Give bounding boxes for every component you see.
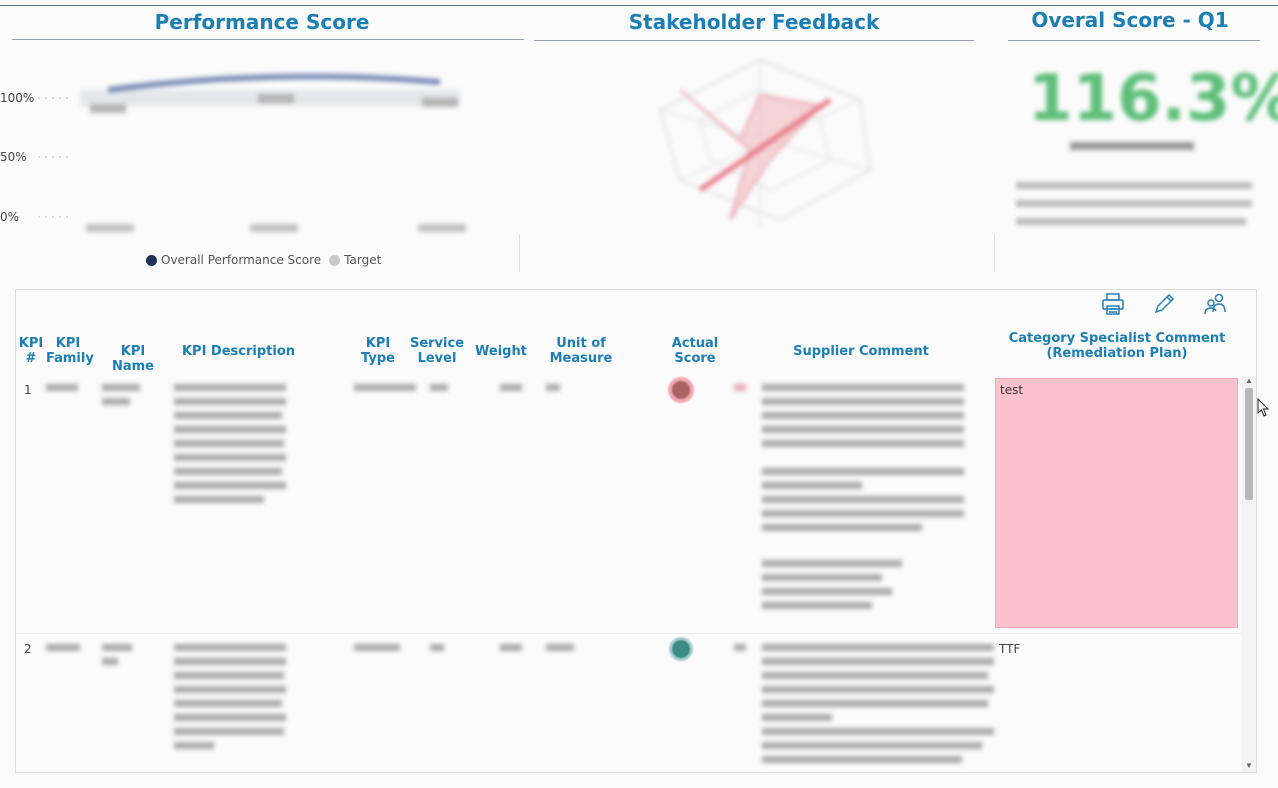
mouse-cursor-icon — [1257, 398, 1270, 417]
header-unit-of-measure: Unit of Measure — [549, 336, 613, 366]
legend-dot-target — [329, 254, 341, 266]
x-label-1 — [86, 224, 134, 232]
header-category-specialist-comment: Category Specialist Comment (Remediation… — [1008, 331, 1226, 361]
chart-blurred-content — [80, 73, 466, 232]
legend-overall-label: Overall Performance Score — [161, 253, 322, 267]
header-weight: Weight — [475, 344, 527, 359]
scroll-up-arrow[interactable]: ▲ — [1245, 376, 1253, 385]
row2-kpi-num: 2 — [24, 642, 32, 656]
overall-score-description — [1016, 180, 1256, 241]
gridlines — [38, 97, 70, 218]
performance-chart — [38, 73, 466, 232]
header-kpi-type: KPI Type — [361, 336, 395, 366]
row1-kpi-num: 1 — [24, 383, 32, 397]
scroll-down-arrow[interactable]: ▼ — [1245, 761, 1253, 770]
stakeholder-feedback-title: Stakeholder Feedback — [628, 10, 880, 34]
table-scrollbar[interactable]: ▲ ▼ — [1242, 376, 1256, 772]
x-label-3 — [418, 224, 466, 232]
panel-divider-2 — [994, 234, 995, 272]
performance-legend: Overall Performance Score Target — [146, 253, 381, 267]
header-actual-score: Actual Score — [671, 336, 719, 366]
row-separator — [16, 633, 1244, 634]
performance-score-title: Performance Score — [154, 10, 370, 34]
header-kpi-description: KPI Description — [181, 344, 296, 359]
row2-status-dot — [672, 640, 690, 658]
scroll-thumb[interactable] — [1245, 388, 1253, 500]
row2-specialist-comment[interactable]: TTF — [999, 642, 1020, 656]
legend-target-label: Target — [344, 253, 382, 267]
overall-title-underline — [1008, 40, 1260, 41]
stakeholder-radar-chart — [659, 59, 871, 225]
row1-specialist-comment[interactable]: test — [995, 378, 1238, 628]
data-label-2 — [258, 94, 294, 103]
header-kpi-name: KPI Name — [111, 344, 154, 374]
data-label-1 — [90, 104, 126, 113]
row2-blurred-content — [46, 644, 994, 763]
stakeholder-title-underline — [534, 40, 974, 41]
overall-score-value: 116.3% — [1028, 62, 1278, 136]
overall-score-title: Overal Score - Q1 — [1031, 8, 1229, 32]
header-supplier-comment: Supplier Comment — [793, 344, 929, 359]
x-label-2 — [250, 224, 298, 232]
row1-blurred-content — [46, 384, 964, 609]
legend-dot-overall — [146, 254, 157, 266]
overall-score-subtitle — [1070, 140, 1200, 154]
overall-performance-line — [107, 73, 441, 93]
kpi-table-panel: KPI # KPI Family KPI Name KPI Descriptio… — [15, 289, 1257, 773]
print-icon[interactable] — [1100, 291, 1126, 317]
performance-title-underline — [12, 39, 524, 40]
row1-status-dot — [672, 381, 690, 399]
edit-icon[interactable] — [1151, 291, 1177, 317]
top-border — [0, 5, 1278, 6]
header-service-level: Service Level — [409, 336, 465, 366]
data-label-3 — [422, 98, 458, 107]
users-icon[interactable] — [1202, 291, 1228, 317]
header-kpi-num: KPI # — [18, 336, 44, 366]
header-kpi-family: KPI Family — [46, 336, 94, 366]
